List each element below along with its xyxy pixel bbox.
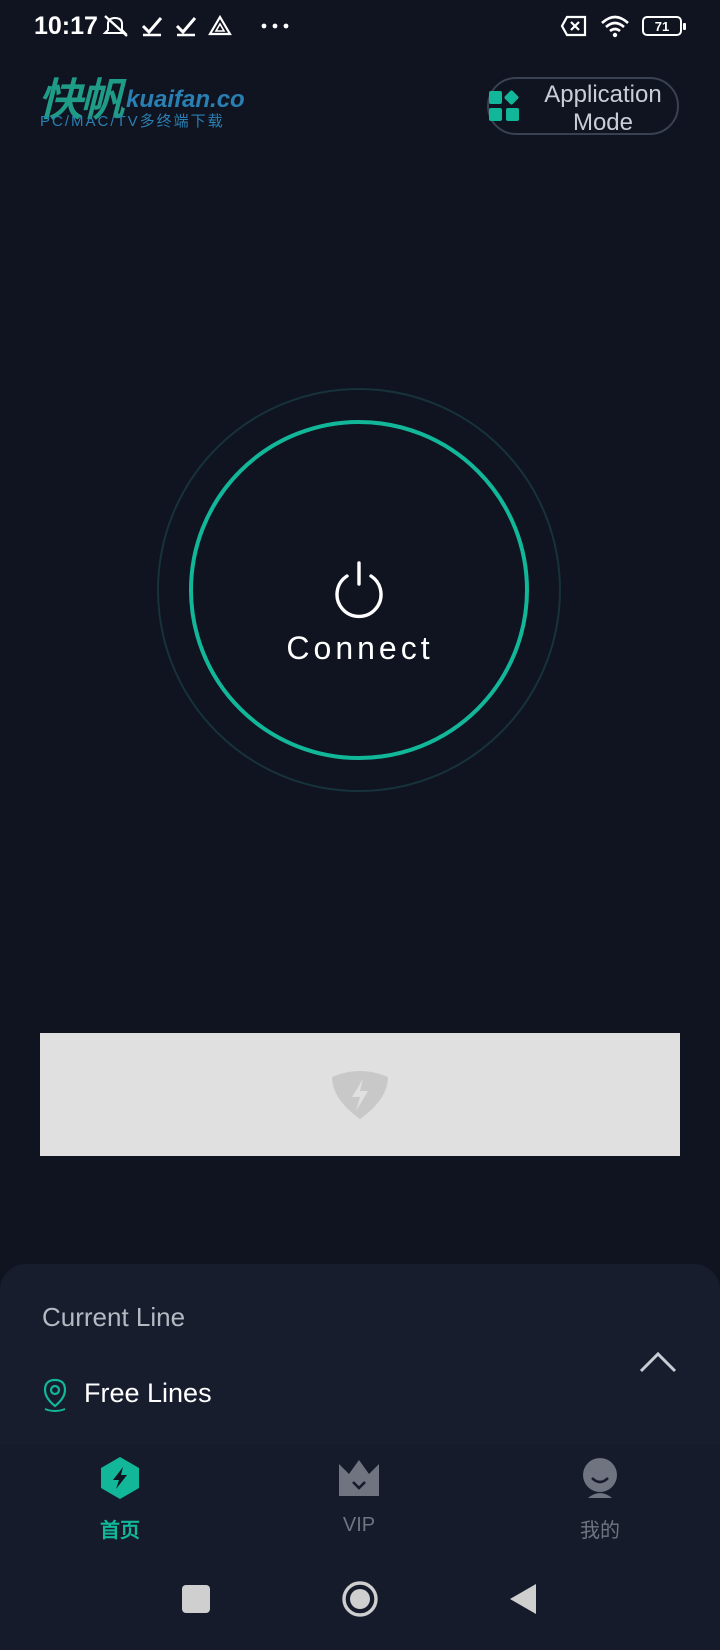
check-icon [175, 17, 197, 37]
current-line-value: Free Lines [84, 1378, 212, 1408]
crown-icon [339, 1460, 379, 1496]
logo-subtitle: PC/MAC/TV多终端下载 [40, 113, 225, 130]
tab-mine-label: 我的 [580, 1520, 620, 1542]
profile-icon [583, 1458, 617, 1498]
status-time: 10:17 [34, 12, 98, 40]
status-icons-right: 71 [560, 14, 686, 38]
status-icons-left [102, 14, 290, 38]
back-button[interactable] [508, 1582, 538, 1616]
drive-icon [208, 14, 232, 36]
app-grid-icon [489, 90, 519, 121]
current-line-panel[interactable]: Current Line Free Lines [0, 1264, 720, 1444]
kuaifan-logo: 快帆 kuaifan.co PC/MAC/TV多终端下载 [38, 64, 248, 130]
bottom-tab-bar: 首页 VIP 我的 [0, 1444, 720, 1542]
status-bar: 10:17 71 [0, 0, 720, 56]
connect-label: Connect [286, 630, 434, 666]
no-sim-icon [560, 15, 587, 37]
application-mode-line1: Application [544, 81, 662, 108]
recent-apps-button[interactable] [182, 1585, 210, 1613]
tab-vip-label: VIP [342, 1514, 376, 1536]
wifi-icon [601, 15, 629, 38]
application-mode-line2: Mode [572, 109, 634, 136]
chevron-up-icon[interactable] [638, 1350, 678, 1374]
check-icon [141, 17, 163, 37]
current-line-title: Current Line [42, 1302, 186, 1332]
bolt-hexagon-icon [101, 1457, 139, 1499]
bolt-shield-icon [332, 1071, 388, 1119]
tab-vip[interactable]: VIP [279, 1444, 439, 1540]
more-dots-icon [261, 23, 289, 29]
tab-mine[interactable]: 我的 [520, 1444, 680, 1542]
battery-icon: 71 [642, 16, 686, 36]
battery-level: 71 [654, 18, 670, 34]
application-mode-button[interactable]: Application Mode [487, 77, 679, 137]
location-pin-icon [43, 1378, 67, 1412]
ad-banner[interactable] [40, 1033, 680, 1156]
home-button[interactable] [341, 1580, 379, 1618]
mute-icon [102, 15, 128, 37]
application-mode-label: Application Mode [533, 81, 673, 137]
tab-home[interactable]: 首页 [40, 1444, 200, 1542]
tab-home-label: 首页 [100, 1520, 140, 1542]
system-navigation-bar [0, 1540, 720, 1650]
power-icon [335, 561, 383, 619]
